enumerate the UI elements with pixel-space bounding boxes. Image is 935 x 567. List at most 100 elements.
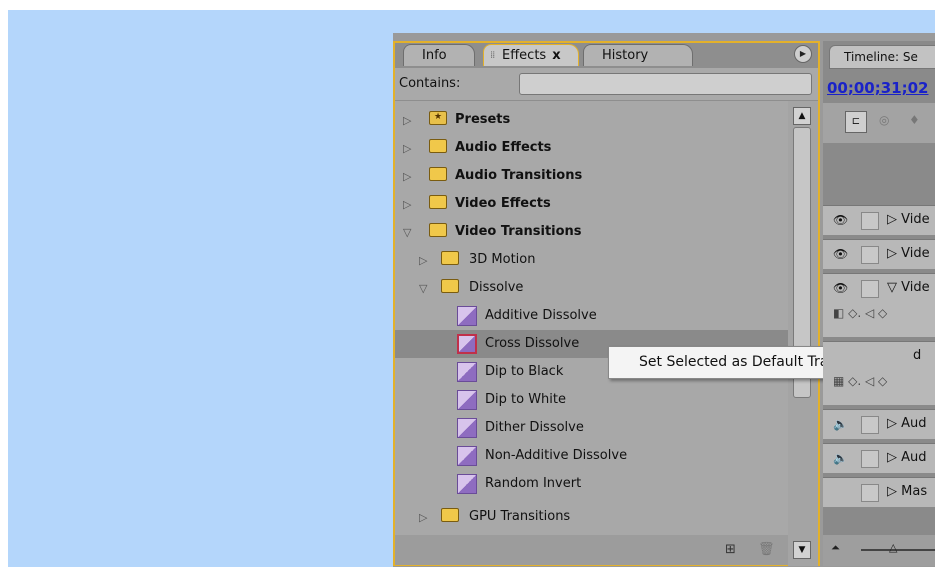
grip-icon: ⁞⁞ [490,50,495,61]
new-bin-icon[interactable]: ⊞ [725,542,736,557]
tree-item-additive-dissolve[interactable]: Additive Dissolve [395,302,788,330]
expand-arrow-icon[interactable]: ▷ [419,254,427,267]
tree-item-random-invert[interactable]: Random Invert [395,470,788,498]
tree-item-dither-dissolve[interactable]: Dither Dissolve [395,414,788,442]
timeline-toolbar: ⊏ ◎ ♦ [823,103,935,143]
scroll-up-icon[interactable]: ▲ [793,107,811,125]
scroll-down-icon[interactable]: ▼ [793,541,811,559]
tree-item-audio-effects[interactable]: ▷ Audio Effects [395,134,788,162]
folder-icon [441,279,459,293]
track-master[interactable]: ▷ Mas [823,477,935,507]
tree-item-label: Non-Additive Dissolve [485,448,628,463]
panel-menu-icon[interactable]: ▶ [794,45,812,63]
expand-arrow-icon[interactable]: ▷ [403,170,411,183]
track-label: d [913,348,922,363]
snap-icon[interactable]: ⊏ [845,111,867,133]
tree-item-audio-transitions[interactable]: ▷ Audio Transitions [395,162,788,190]
folder-icon [441,251,459,265]
transition-icon [457,362,477,382]
panel-tab-bar: Info ⁞⁞ Effects x History ▶ [393,38,820,68]
timecode-display[interactable]: 00;00;31;02 [827,79,929,97]
timeline-panel: Timeline: Se 00;00;31;02 ⊏ ◎ ♦ 👁 ▷ Vide … [823,41,935,566]
tab-info-label: Info [422,48,447,63]
track-video-1[interactable]: 👁 ▷ Vide [823,205,935,235]
track-label: ▽ Vide [887,280,930,295]
collapse-arrow-icon[interactable]: ▽ [403,226,411,239]
panel-bottom-bar: ⊞ 🗑 [395,535,788,565]
transition-icon [457,446,477,466]
contains-bar: Contains: [395,68,818,100]
tab-effects-label: Effects [502,48,547,63]
effects-tree: ▷ ★ Presets ▷ Audio Effects ▷ Audio Tran… [395,101,788,535]
tree-item-video-effects[interactable]: ▷ Video Effects [395,190,788,218]
contains-label: Contains: [399,76,461,91]
tree-item-label: Random Invert [485,476,582,491]
trash-icon[interactable]: 🗑 [758,542,775,557]
eye-icon[interactable]: 👁 [833,281,848,295]
track-label: ▷ Aud [887,450,927,465]
speaker-icon[interactable]: 🔈 [833,417,848,431]
expand-arrow-icon[interactable]: ▷ [419,511,427,524]
tree-item-non-additive-dissolve[interactable]: Non-Additive Dissolve [395,442,788,470]
expand-arrow-icon[interactable]: ▷ [403,142,411,155]
tree-item-label: Audio Effects [455,140,552,155]
keyframe-controls-icon[interactable]: ◧ ◇. ◁ ◇ [833,306,887,320]
tab-info[interactable]: Info [403,44,475,66]
tab-effects[interactable]: ⁞⁞ Effects x [483,44,579,66]
track-label: ▷ Vide [887,246,930,261]
tree-item-label: Video Transitions [455,224,582,239]
zoom-out-icon[interactable]: ⏶ [831,541,840,555]
preset-folder-icon: ★ [429,111,447,125]
search-input[interactable] [519,73,812,95]
lock-toggle[interactable] [861,280,879,298]
zoom-track [861,549,935,551]
zoom-slider[interactable]: ⏶ △ [823,535,935,566]
tree-item-3d-motion[interactable]: ▷ 3D Motion [395,246,788,274]
transition-icon [457,390,477,410]
eye-icon[interactable]: 👁 [833,213,848,227]
tree-item-label: Additive Dissolve [485,308,597,323]
lock-toggle[interactable] [861,450,879,468]
tree-item-label: Dither Dissolve [485,420,584,435]
transition-icon [457,306,477,326]
folder-icon [429,223,447,237]
folder-icon [429,139,447,153]
tab-history[interactable]: History [583,44,693,66]
marker-icon[interactable]: ◎ [879,113,889,127]
track-video-2[interactable]: 👁 ▷ Vide [823,239,935,269]
tree-item-label: Dip to Black [485,364,564,379]
tree-item-label: Presets [455,112,511,127]
tab-timeline[interactable]: Timeline: Se [829,45,935,69]
tree-item-label: Dissolve [469,280,524,295]
tree-item-label: Cross Dissolve [485,336,580,351]
tree-item-dip-to-white[interactable]: Dip to White [395,386,788,414]
tree-item-label: Audio Transitions [455,168,583,183]
tree-item-label: GPU Transitions [469,509,571,524]
lock-toggle[interactable] [861,246,879,264]
drop-icon[interactable]: ♦ [909,113,920,127]
track-video-4[interactable]: d ▦ ◇. ◁ ◇ [823,341,935,405]
folder-icon [441,508,459,522]
track-audio-1[interactable]: 🔈 ▷ Aud [823,409,935,439]
lock-toggle[interactable] [861,484,879,502]
track-video-3[interactable]: 👁 ▽ Vide ◧ ◇. ◁ ◇ [823,273,935,337]
expand-arrow-icon[interactable]: ▷ [403,114,411,127]
track-audio-2[interactable]: 🔈 ▷ Aud [823,443,935,473]
collapse-arrow-icon[interactable]: ▽ [419,282,427,295]
lock-toggle[interactable] [861,416,879,434]
tree-item-gpu-transitions[interactable]: ▷ GPU Transitions [395,503,788,531]
tree-item-dissolve[interactable]: ▽ Dissolve [395,274,788,302]
eye-icon[interactable]: 👁 [833,247,848,261]
keyframe-controls-icon[interactable]: ▦ ◇. ◁ ◇ [833,374,887,388]
lock-toggle[interactable] [861,212,879,230]
vertical-scrollbar[interactable]: ▲ ▼ [788,101,818,566]
track-label: ▷ Aud [887,416,927,431]
close-tab-icon[interactable]: x [552,48,560,63]
speaker-icon[interactable]: 🔈 [833,451,848,465]
tree-item-video-transitions[interactable]: ▽ Video Transitions [395,218,788,246]
expand-arrow-icon[interactable]: ▷ [403,198,411,211]
folder-icon [429,167,447,181]
track-label: ▷ Mas [887,484,928,499]
zoom-thumb-icon[interactable]: △ [889,541,897,554]
tree-item-presets[interactable]: ▷ ★ Presets [395,106,788,134]
